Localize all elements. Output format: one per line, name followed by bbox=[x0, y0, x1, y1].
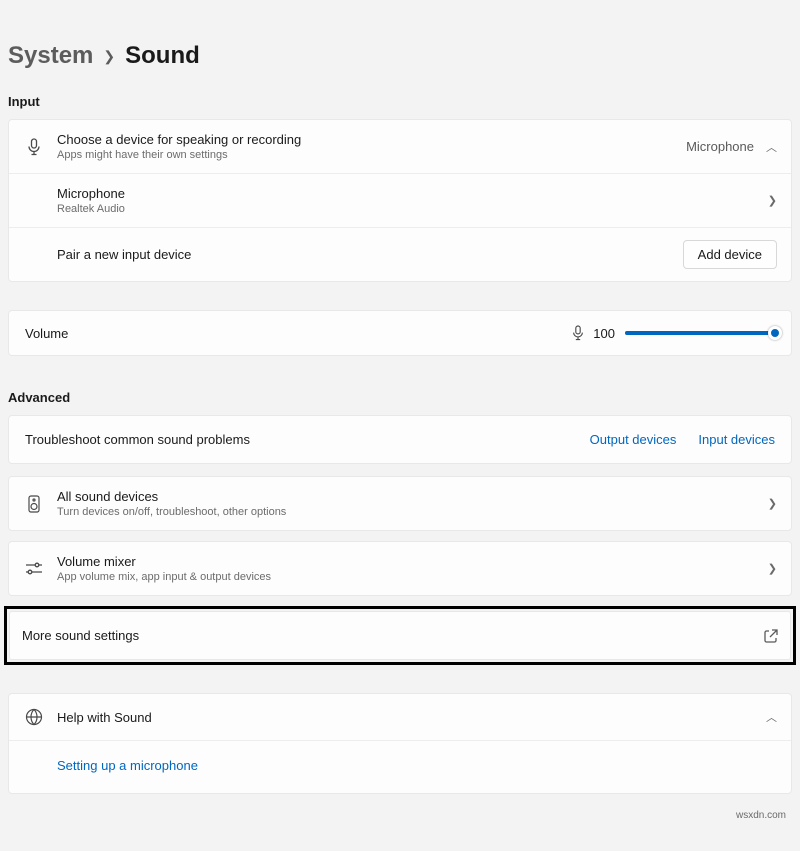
input-volume-row: Volume 100 bbox=[8, 310, 792, 356]
all-sound-devices-row[interactable]: All sound devices Turn devices on/off, t… bbox=[8, 476, 792, 531]
section-header-input: Input bbox=[0, 88, 800, 119]
microphone-icon[interactable] bbox=[571, 325, 585, 341]
mixer-label: Volume mixer bbox=[57, 554, 768, 569]
more-sound-settings-row[interactable]: More sound settings bbox=[9, 611, 791, 660]
chevron-up-icon: ︿ bbox=[766, 709, 777, 725]
troubleshoot-row: Troubleshoot common sound problems Outpu… bbox=[8, 415, 792, 464]
mixer-icon bbox=[23, 562, 45, 576]
more-sound-settings-highlight: More sound settings bbox=[4, 606, 796, 665]
slider-thumb[interactable] bbox=[768, 326, 782, 340]
choose-device-row[interactable]: Choose a device for speaking or recordin… bbox=[9, 120, 791, 174]
troubleshoot-label: Troubleshoot common sound problems bbox=[25, 432, 590, 447]
attribution-text: wsxdn.com bbox=[0, 804, 800, 821]
device-name: Microphone bbox=[57, 186, 768, 201]
volume-mixer-row[interactable]: Volume mixer App volume mix, app input &… bbox=[8, 541, 792, 596]
more-settings-label: More sound settings bbox=[22, 628, 764, 643]
choose-device-label: Choose a device for speaking or recordin… bbox=[57, 132, 686, 147]
chevron-right-icon: ❯ bbox=[103, 48, 115, 65]
section-header-advanced: Advanced bbox=[0, 384, 800, 415]
microphone-icon bbox=[23, 138, 45, 156]
pair-device-label: Pair a new input device bbox=[57, 247, 683, 262]
chevron-right-icon: ❯ bbox=[768, 562, 777, 575]
pair-device-row: Pair a new input device Add device bbox=[9, 228, 791, 281]
chevron-up-icon: ︿ bbox=[766, 139, 777, 155]
help-link-setup-mic[interactable]: Setting up a microphone bbox=[57, 758, 198, 773]
help-label: Help with Sound bbox=[57, 710, 766, 725]
troubleshoot-input-link[interactable]: Input devices bbox=[698, 432, 775, 447]
volume-slider[interactable] bbox=[625, 331, 775, 335]
help-group: Help with Sound ︿ Setting up a microphon… bbox=[8, 693, 792, 794]
slider-fill bbox=[625, 331, 775, 335]
breadcrumb: System ❯ Sound bbox=[0, 0, 800, 88]
globe-help-icon bbox=[23, 708, 45, 726]
choose-device-sub: Apps might have their own settings bbox=[57, 149, 686, 161]
device-driver: Realtek Audio bbox=[57, 203, 768, 215]
chevron-right-icon: ❯ bbox=[768, 497, 777, 510]
volume-label: Volume bbox=[25, 326, 571, 341]
mixer-sub: App volume mix, app input & output devic… bbox=[57, 571, 768, 583]
volume-value: 100 bbox=[593, 326, 615, 341]
chevron-right-icon: ❯ bbox=[768, 194, 777, 207]
selected-device-text: Microphone bbox=[686, 139, 754, 154]
breadcrumb-parent[interactable]: System bbox=[8, 42, 93, 70]
input-device-group: Choose a device for speaking or recordin… bbox=[8, 119, 792, 282]
all-devices-sub: Turn devices on/off, troubleshoot, other… bbox=[57, 506, 768, 518]
input-device-item[interactable]: Microphone Realtek Audio ❯ bbox=[9, 174, 791, 228]
all-devices-label: All sound devices bbox=[57, 489, 768, 504]
external-link-icon bbox=[764, 629, 778, 643]
breadcrumb-current: Sound bbox=[125, 42, 200, 70]
add-device-button[interactable]: Add device bbox=[683, 240, 777, 269]
speaker-device-icon bbox=[23, 495, 45, 513]
troubleshoot-output-link[interactable]: Output devices bbox=[590, 432, 677, 447]
help-header-row[interactable]: Help with Sound ︿ bbox=[9, 694, 791, 740]
